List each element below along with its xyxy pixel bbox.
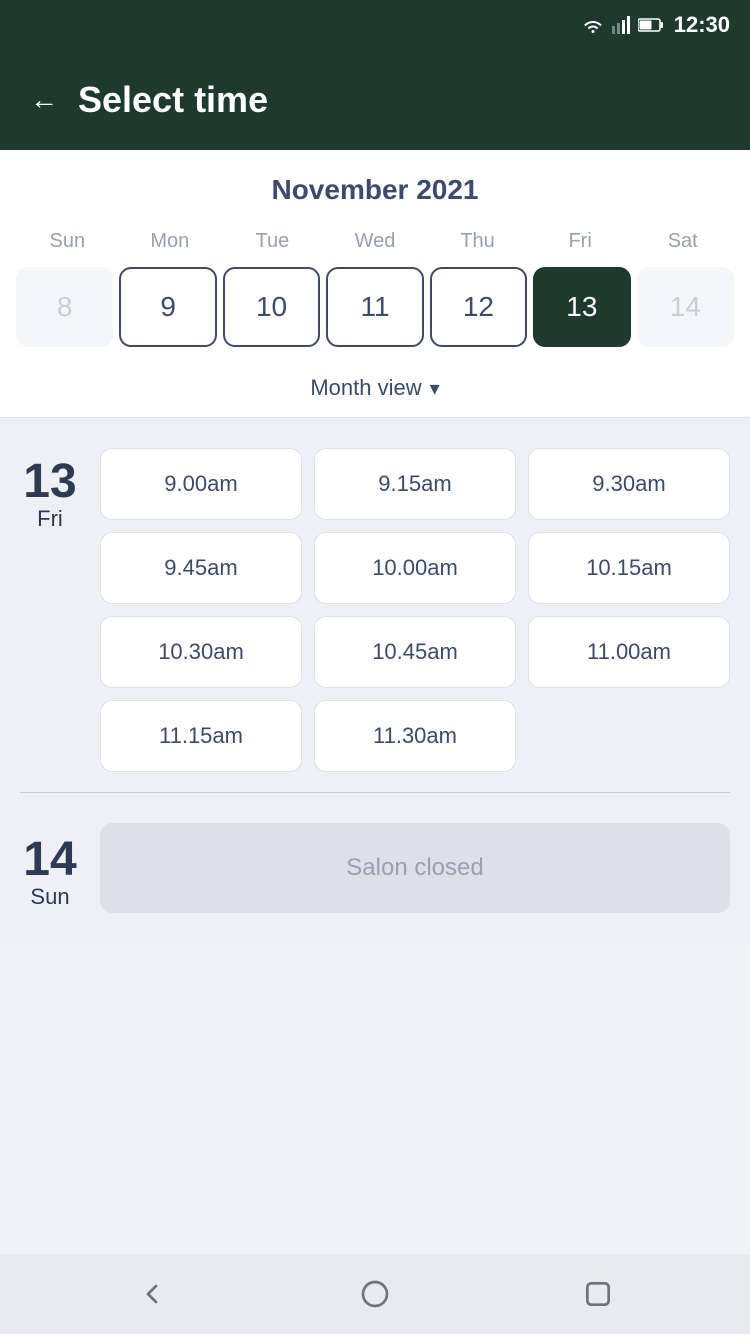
time-slots-grid-13: 9.00am 9.15am 9.30am 9.45am 10.00am 10.1…	[100, 448, 730, 772]
weekday-tue: Tue	[221, 226, 324, 257]
day-14-name: Sun	[30, 884, 69, 910]
closed-row: 14 Sun Salon closed	[20, 823, 730, 913]
weekday-wed: Wed	[324, 226, 427, 257]
status-icons	[582, 16, 664, 34]
time-slot-1000am[interactable]: 10.00am	[314, 532, 516, 604]
time-slot-930am[interactable]: 9.30am	[528, 448, 730, 520]
page-title: Select time	[78, 79, 268, 121]
app-header: ← Select time	[0, 50, 750, 150]
section-divider-mid	[20, 792, 730, 793]
day-14-label: 14 Sun	[20, 826, 80, 910]
date-cell-11[interactable]: 11	[326, 267, 423, 347]
nav-recent-button[interactable]	[580, 1276, 616, 1312]
month-view-toggle[interactable]: Month view ▾	[16, 363, 734, 417]
back-triangle-icon	[136, 1278, 168, 1310]
time-slot-1100am[interactable]: 11.00am	[528, 616, 730, 688]
weekday-sat: Sat	[631, 226, 734, 257]
bottom-spacer	[0, 943, 750, 1023]
date-cell-13[interactable]: 13	[533, 267, 630, 347]
month-view-label: Month view	[310, 375, 421, 401]
date-cell-14[interactable]: 14	[637, 267, 734, 347]
status-bar: 12:30	[0, 0, 750, 50]
day-13-name: Fri	[37, 506, 63, 532]
weekday-sun: Sun	[16, 226, 119, 257]
time-slot-1015am[interactable]: 10.15am	[528, 532, 730, 604]
back-button[interactable]: ←	[30, 84, 58, 116]
nav-back-button[interactable]	[134, 1276, 170, 1312]
weekday-mon: Mon	[119, 226, 222, 257]
salon-closed-box: Salon closed	[100, 823, 730, 913]
day-13-label: 13 Fri	[20, 448, 80, 772]
time-slot-1045am[interactable]: 10.45am	[314, 616, 516, 688]
day-14-section: 14 Sun Salon closed	[0, 792, 750, 943]
calendar-section: November 2021 Sun Mon Tue Wed Thu Fri Sa…	[0, 150, 750, 417]
home-circle-icon	[359, 1278, 391, 1310]
wifi-icon	[582, 16, 604, 34]
calendar-dates: 8 9 10 11 12 13 14	[16, 267, 734, 363]
time-slot-915am[interactable]: 9.15am	[314, 448, 516, 520]
time-slot-1030am[interactable]: 10.30am	[100, 616, 302, 688]
day-14-number: 14	[23, 836, 76, 884]
time-slot-900am[interactable]: 9.00am	[100, 448, 302, 520]
status-time: 12:30	[674, 12, 730, 38]
time-slot-1115am[interactable]: 11.15am	[100, 700, 302, 772]
date-cell-10[interactable]: 10	[223, 267, 320, 347]
time-slot-1130am[interactable]: 11.30am	[314, 700, 516, 772]
date-cell-9[interactable]: 9	[119, 267, 216, 347]
battery-icon	[638, 17, 664, 33]
signal-icon	[612, 16, 630, 34]
chevron-down-icon: ▾	[430, 376, 440, 401]
weekday-thu: Thu	[426, 226, 529, 257]
recent-square-icon	[582, 1278, 614, 1310]
salon-closed-label: Salon closed	[346, 854, 483, 882]
day-13-number: 13	[23, 458, 76, 506]
day-13-section: 13 Fri 9.00am 9.15am 9.30am 9.45am 10.00…	[0, 418, 750, 792]
time-slot-945am[interactable]: 9.45am	[100, 532, 302, 604]
weekday-fri: Fri	[529, 226, 632, 257]
month-year-label: November 2021	[16, 174, 734, 206]
date-cell-12[interactable]: 12	[430, 267, 527, 347]
weekday-labels: Sun Mon Tue Wed Thu Fri Sat	[16, 226, 734, 257]
date-cell-8[interactable]: 8	[16, 267, 113, 347]
bottom-nav	[0, 1254, 750, 1334]
nav-home-button[interactable]	[357, 1276, 393, 1312]
